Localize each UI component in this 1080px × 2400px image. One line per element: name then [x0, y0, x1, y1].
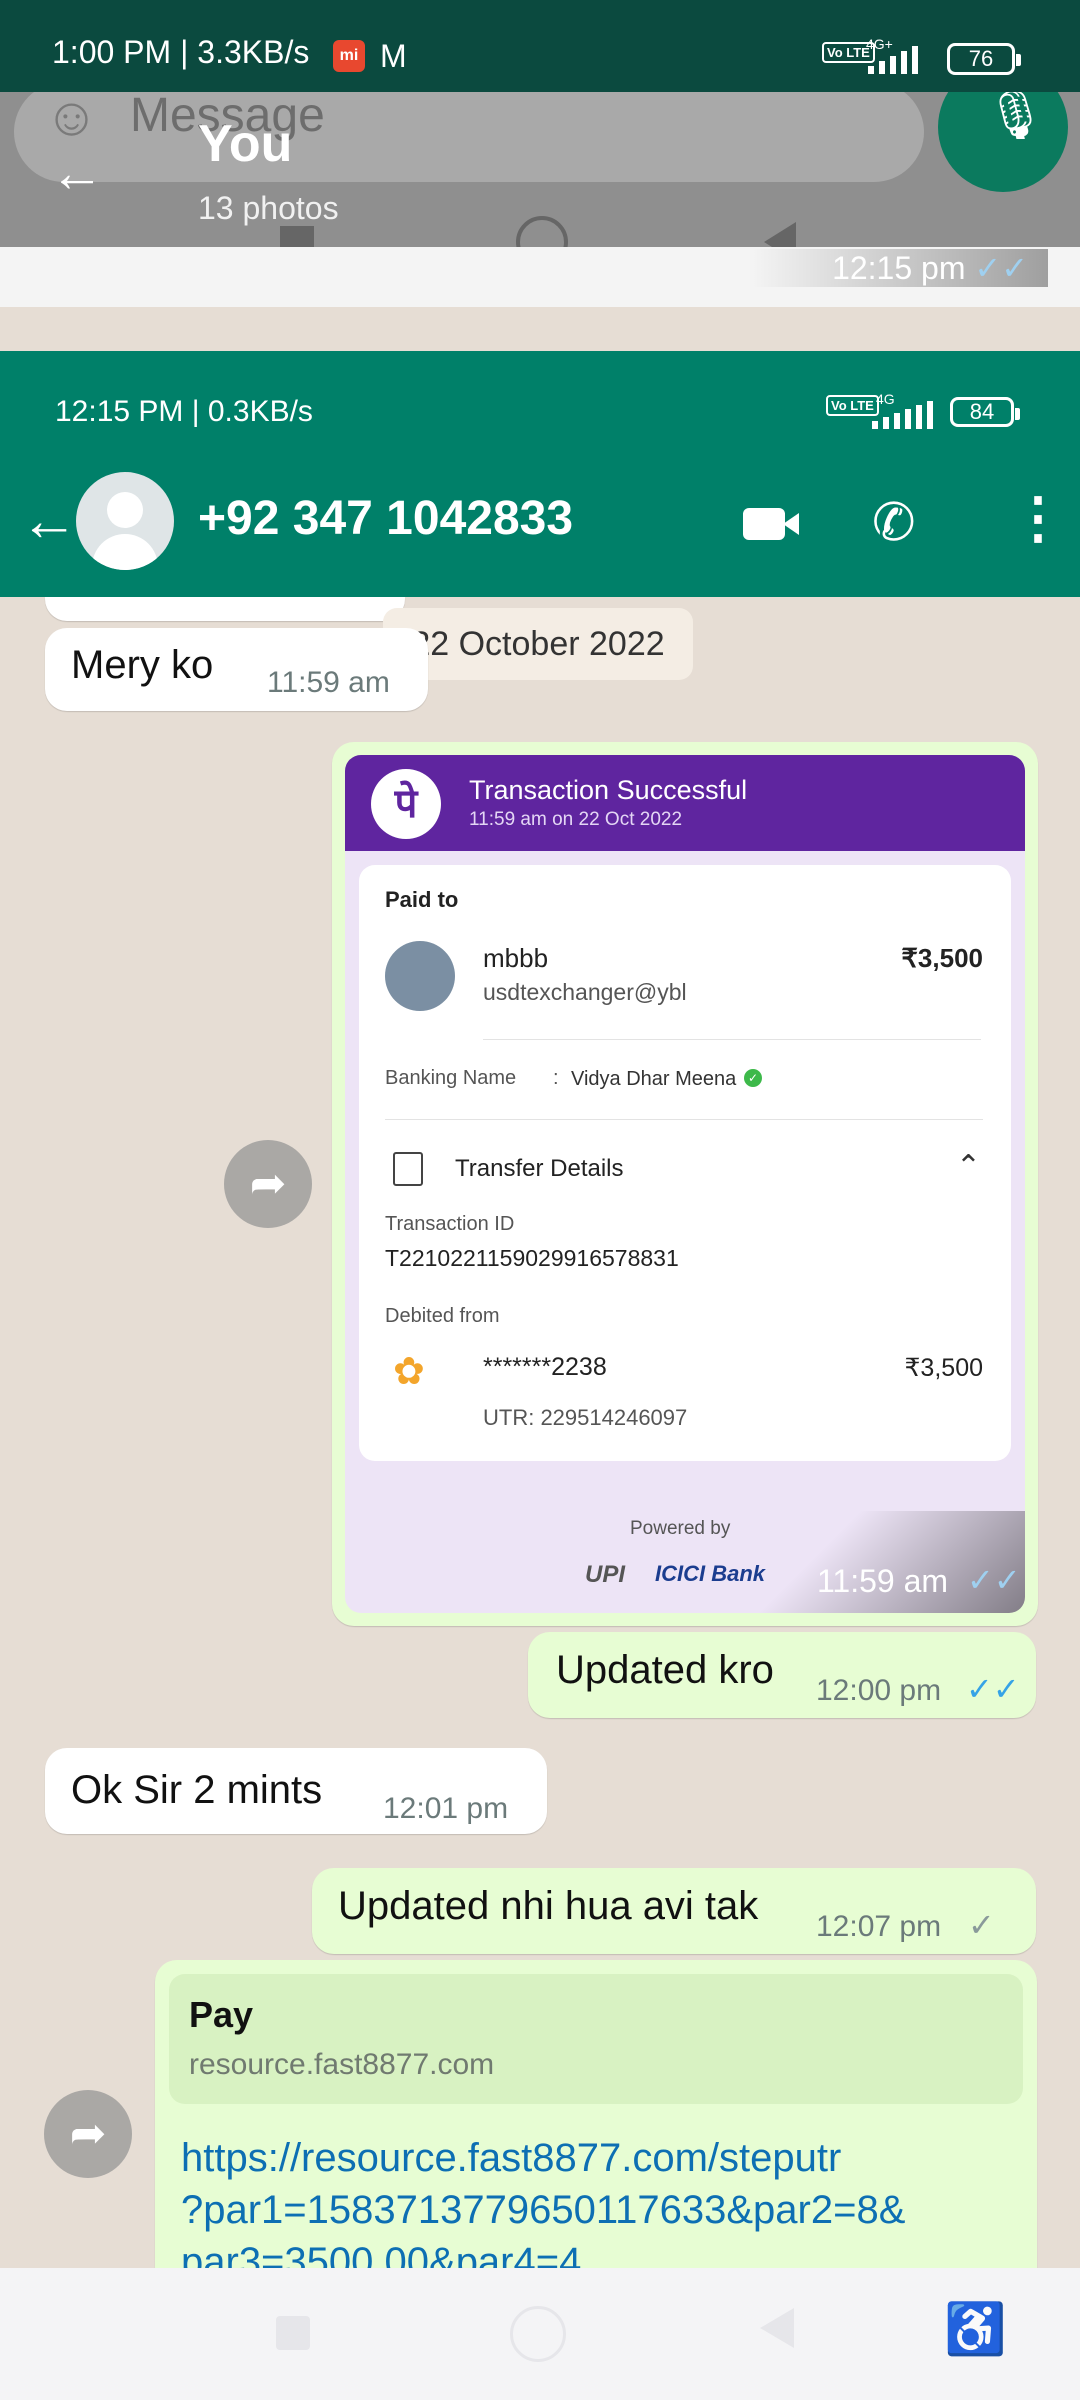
phonepe-logo-icon: पे: [371, 769, 441, 839]
utr-number: UTR: 229514246097: [483, 1405, 688, 1430]
inner-battery-level: 84: [969, 399, 995, 424]
read-ticks-icon: ✓✓: [967, 1562, 1021, 1598]
sent-tick-icon: ✓: [968, 1907, 995, 1943]
message-in-2[interactable]: Ok Sir 2 mints 12:01 pm: [45, 1748, 547, 1834]
payee-avatar: [385, 941, 455, 1011]
inner-status-bar: 12:15 PM | 0.3KB/s Vo LTE 4G 84: [0, 351, 1080, 451]
voice-call-icon[interactable]: ✆: [872, 493, 916, 553]
bank-logo-icon: ✿: [393, 1351, 425, 1393]
avatar[interactable]: [76, 472, 174, 570]
message-text: Updated nhi hua avi tak: [338, 1884, 759, 1928]
more-options-icon[interactable]: ⋮: [1010, 485, 1066, 551]
forward-icon[interactable]: ➦: [224, 1140, 312, 1228]
message-text: Updated kro: [556, 1648, 774, 1692]
read-ticks-icon: ✓✓: [966, 1671, 1020, 1707]
back-arrow-icon[interactable]: ←: [50, 142, 104, 204]
inner-battery-icon: 84: [950, 397, 1020, 427]
viewer-subtitle: 13 photos: [198, 190, 339, 226]
link-url-line-2: ?par1=1583713779650117633&par2=8&: [181, 2188, 906, 2232]
accessibility-icon[interactable]: ♿: [944, 2300, 1006, 2359]
system-navigation-bar: ♿: [0, 2268, 1080, 2400]
payment-screenshot[interactable]: पे Transaction Successful 11:59 am on 22…: [345, 755, 1025, 1613]
message-text: Ok Sir 2 mints: [71, 1768, 323, 1812]
avatar-body-icon: [92, 534, 158, 570]
mic-icon: 🎙: [985, 92, 1046, 142]
message-time: 12:07 pm: [816, 1910, 942, 1943]
link-preview-title: Pay: [189, 1994, 254, 2035]
verified-icon: ✓: [744, 1069, 762, 1087]
transaction-id: T2210221159029916578831: [385, 1245, 679, 1271]
back-arrow-icon[interactable]: ←: [20, 487, 78, 554]
outer-status-bar: 1:00 PM | 3.3KB/s mi M Vo LTE 4G+ 76: [0, 0, 1080, 92]
recents-ghost-icon: [280, 226, 314, 247]
home-button[interactable]: [510, 2306, 566, 2362]
battery-level: 76: [968, 46, 994, 71]
divider: [385, 1119, 983, 1120]
link-url-line-1: https://resource.fast8877.com/steputr: [181, 2136, 842, 2180]
chevron-up-icon: ⌃: [955, 1150, 981, 1183]
viewer-bottom-strip: 12:15 pm ✓✓: [0, 247, 1080, 307]
message-time: 11:59 am: [267, 666, 390, 699]
status-time: 1:00 PM | 3.3KB/s: [52, 34, 310, 70]
message-text: Mery ko: [71, 643, 214, 687]
forward-icon[interactable]: ➦: [44, 2090, 132, 2178]
payee-name: mbbb: [483, 943, 549, 973]
transfer-details-label: Transfer Details: [455, 1155, 624, 1182]
emoji-icon: ☺: [44, 92, 100, 147]
contact-name[interactable]: +92 347 1042833: [198, 491, 573, 546]
message-time: 12:01 pm: [383, 1792, 509, 1825]
debited-from-label: Debited from: [385, 1305, 500, 1327]
payment-details-panel: Paid to mbbb usdtexchanger@ybl ₹3,500 Ba…: [359, 865, 1011, 1461]
video-call-icon[interactable]: [743, 508, 785, 540]
message-time: 12:00 pm: [816, 1674, 942, 1707]
previous-message-bubble[interactable]: [45, 597, 405, 621]
payment-amount: ₹3,500: [901, 943, 983, 973]
debited-account: *******2238: [483, 1353, 607, 1381]
powered-by-label: Powered by: [630, 1518, 731, 1539]
mi-notification-icon: mi: [333, 40, 365, 72]
gmail-notification-icon: M: [380, 38, 407, 74]
inner-signal-icon: [872, 401, 933, 429]
banking-name: Vidya Dhar Meena: [571, 1068, 737, 1090]
receipt-icon: [393, 1152, 423, 1186]
inner-status-time: 12:15 PM | 0.3KB/s: [55, 395, 313, 428]
inner-volte-icon: Vo LTE: [826, 395, 879, 416]
debited-amount: ₹3,500: [904, 1354, 983, 1382]
link-preview[interactable]: Pay resource.fast8877.com: [169, 1974, 1023, 2104]
back-ghost-icon: [764, 222, 796, 247]
battery-icon: 76: [947, 43, 1021, 75]
message-out-2[interactable]: Updated nhi hua avi tak 12:07 pm ✓: [312, 1868, 1036, 1954]
avatar-head-icon: [107, 492, 143, 528]
link-preview-domain: resource.fast8877.com: [189, 2048, 495, 2081]
message-in-1[interactable]: Mery ko 11:59 am: [45, 628, 428, 711]
banking-name-label: Banking Name: [385, 1067, 517, 1089]
photo-viewer-overlay: ☺ Message 🎙 ← You 13 photos: [0, 92, 1080, 247]
home-ghost-icon: [516, 216, 568, 247]
signal-icon: [868, 46, 918, 74]
upi-logo: UPI: [585, 1561, 626, 1588]
video-call-icon-lens: [783, 513, 799, 535]
date-chip: 22 October 2022: [383, 608, 693, 680]
viewer-title: You: [198, 115, 293, 173]
payment-title: Transaction Successful: [469, 775, 748, 805]
back-button[interactable]: [760, 2308, 794, 2348]
payee-upi: usdtexchanger@ybl: [483, 979, 687, 1005]
paid-to-label: Paid to: [385, 887, 459, 912]
image-time: 11:59 am: [817, 1563, 949, 1599]
banking-name-separator: :: [553, 1067, 559, 1089]
transaction-id-label: Transaction ID: [385, 1213, 515, 1235]
message-out-1[interactable]: Updated kro 12:00 pm ✓✓: [528, 1632, 1036, 1718]
recents-button[interactable]: [276, 2316, 310, 2350]
link-url[interactable]: https://resource.fast8877.com/steputr ?p…: [181, 2132, 1021, 2288]
divider: [483, 1039, 981, 1040]
viewer-time: 12:15 pm ✓✓: [752, 249, 1048, 287]
payment-subtitle: 11:59 am on 22 Oct 2022: [469, 809, 683, 830]
